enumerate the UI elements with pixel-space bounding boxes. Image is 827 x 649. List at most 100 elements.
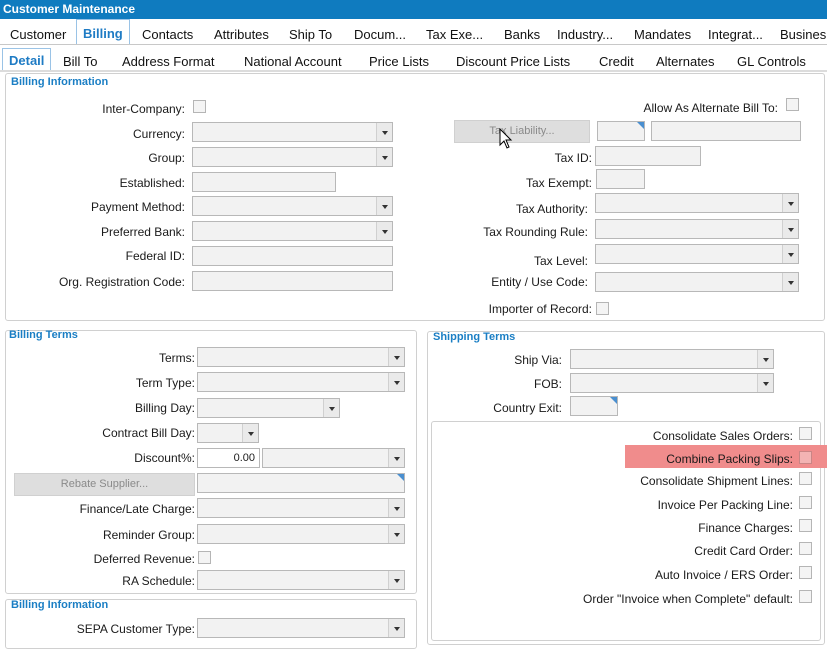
payment-method-label: Payment Method: <box>90 200 185 214</box>
preferred-bank-label: Preferred Bank: <box>100 225 185 239</box>
tab-gl-controls[interactable]: GL Controls <box>737 54 806 69</box>
tab-alternates[interactable]: Alternates <box>656 54 715 69</box>
main-tab-bar: Customer Billing Contacts Attributes Shi… <box>0 19 827 45</box>
auto-invoice-ers-order-checkbox[interactable] <box>799 566 812 579</box>
tab-ship-to[interactable]: Ship To <box>289 27 332 42</box>
tax-authority-combo[interactable] <box>595 193 799 213</box>
credit-card-order-checkbox[interactable] <box>799 542 812 555</box>
rebate-supplier-button[interactable]: Rebate Supplier... <box>14 473 195 496</box>
chevron-down-icon[interactable] <box>376 123 392 141</box>
tab-price-lists[interactable]: Price Lists <box>369 54 429 69</box>
tab-discount-price-lists[interactable]: Discount Price Lists <box>456 54 570 69</box>
tab-national-account[interactable]: National Account <box>244 54 342 69</box>
chevron-down-icon[interactable] <box>388 348 404 366</box>
allow-alternate-bill-to-checkbox[interactable] <box>786 98 799 111</box>
deferred-revenue-label: Deferred Revenue: <box>93 552 195 566</box>
tab-mandates[interactable]: Mandates <box>634 27 691 42</box>
finance-late-charge-combo[interactable] <box>197 498 405 518</box>
entity-use-code-combo[interactable] <box>595 272 799 292</box>
preferred-bank-combo[interactable] <box>192 221 393 241</box>
tab-billing[interactable]: Billing <box>76 19 130 44</box>
term-type-combo[interactable] <box>197 372 405 392</box>
chevron-down-icon[interactable] <box>376 148 392 166</box>
importer-of-record-checkbox[interactable] <box>596 302 609 315</box>
chevron-down-icon[interactable] <box>757 350 773 368</box>
credit-card-order-label: Credit Card Order: <box>694 544 793 558</box>
chevron-down-icon[interactable] <box>782 194 798 212</box>
terms-combo[interactable] <box>197 347 405 367</box>
ra-schedule-label: RA Schedule: <box>122 574 195 588</box>
chevron-down-icon[interactable] <box>782 220 798 238</box>
tab-tax-exemptions[interactable]: Tax Exe... <box>426 27 483 42</box>
tax-level-label: Tax Level: <box>533 254 588 268</box>
consolidate-sales-orders-checkbox[interactable] <box>799 427 812 440</box>
billing-day-combo[interactable] <box>197 398 340 418</box>
chevron-down-icon[interactable] <box>388 571 404 589</box>
discount-field[interactable]: 0.00 <box>197 448 260 468</box>
finance-charges-checkbox[interactable] <box>799 519 812 532</box>
chevron-down-icon[interactable] <box>782 273 798 291</box>
tab-industry[interactable]: Industry... <box>557 27 613 42</box>
chevron-down-icon[interactable] <box>388 373 404 391</box>
chevron-down-icon[interactable] <box>323 399 339 417</box>
chevron-down-icon[interactable] <box>757 374 773 392</box>
tax-liability-code-field[interactable] <box>597 121 645 141</box>
federal-id-field[interactable] <box>192 246 393 266</box>
currency-combo[interactable] <box>192 122 393 142</box>
invoice-per-packing-line-checkbox[interactable] <box>799 496 812 509</box>
tax-liability-button[interactable]: Tax Liability... <box>454 120 590 143</box>
chevron-down-icon[interactable] <box>376 222 392 240</box>
shipping-terms-title: Shipping Terms <box>433 331 516 343</box>
chevron-down-icon[interactable] <box>388 619 404 637</box>
established-field[interactable] <box>192 172 336 192</box>
org-registration-code-label: Org. Registration Code: <box>58 275 185 289</box>
combine-packing-slips-checkbox[interactable] <box>799 451 812 464</box>
tab-customer[interactable]: Customer <box>10 27 66 42</box>
chevron-down-icon[interactable] <box>782 245 798 263</box>
tax-rounding-rule-combo[interactable] <box>595 219 799 239</box>
group-combo[interactable] <box>192 147 393 167</box>
discount-type-combo[interactable] <box>262 448 405 468</box>
tax-id-field[interactable] <box>595 146 701 166</box>
sepa-customer-type-combo[interactable] <box>197 618 405 638</box>
tax-exempt-field[interactable] <box>596 169 645 189</box>
tab-integrations[interactable]: Integrat... <box>708 27 763 42</box>
importer-of-record-label: Importer of Record: <box>488 302 592 316</box>
chevron-down-icon[interactable] <box>388 449 404 467</box>
consolidate-shipment-lines-checkbox[interactable] <box>799 472 812 485</box>
tab-banks[interactable]: Banks <box>504 27 540 42</box>
federal-id-label: Federal ID: <box>125 249 185 263</box>
payment-method-combo[interactable] <box>192 196 393 216</box>
inter-company-checkbox[interactable] <box>193 100 206 113</box>
chevron-down-icon[interactable] <box>376 197 392 215</box>
ra-schedule-combo[interactable] <box>197 570 405 590</box>
contract-bill-day-label: Contract Bill Day: <box>102 426 195 440</box>
billing-information-2-title: Billing Information <box>11 599 109 611</box>
chevron-down-icon[interactable] <box>242 424 258 442</box>
tab-detail[interactable]: Detail <box>2 48 52 70</box>
deferred-revenue-checkbox[interactable] <box>198 551 211 564</box>
order-invoice-when-complete-checkbox[interactable] <box>799 590 812 603</box>
discount-label: Discount%: <box>134 451 195 465</box>
tab-address-format[interactable]: Address Format <box>122 54 214 69</box>
tab-contacts[interactable]: Contacts <box>142 27 193 42</box>
tax-level-combo[interactable] <box>595 244 799 264</box>
tab-attributes[interactable]: Attributes <box>214 27 269 42</box>
contract-bill-day-combo[interactable] <box>197 423 259 443</box>
chevron-down-icon[interactable] <box>388 499 404 517</box>
reminder-group-combo[interactable] <box>197 524 405 544</box>
tab-credit[interactable]: Credit <box>599 54 634 69</box>
combine-packing-slips-label: Combine Packing Slips: <box>666 452 793 466</box>
ship-via-combo[interactable] <box>570 349 774 369</box>
chevron-down-icon[interactable] <box>388 525 404 543</box>
tab-documents[interactable]: Docum... <box>354 27 406 42</box>
tab-business[interactable]: Busines <box>780 27 826 42</box>
fob-combo[interactable] <box>570 373 774 393</box>
tab-bill-to[interactable]: Bill To <box>63 54 97 69</box>
country-exit-field[interactable] <box>570 396 618 416</box>
term-type-label: Term Type: <box>135 376 195 390</box>
org-registration-code-field[interactable] <box>192 271 393 291</box>
tax-rounding-rule-label: Tax Rounding Rule: <box>483 225 588 239</box>
tax-liability-description-field[interactable] <box>651 121 801 141</box>
rebate-supplier-field[interactable] <box>197 473 405 493</box>
